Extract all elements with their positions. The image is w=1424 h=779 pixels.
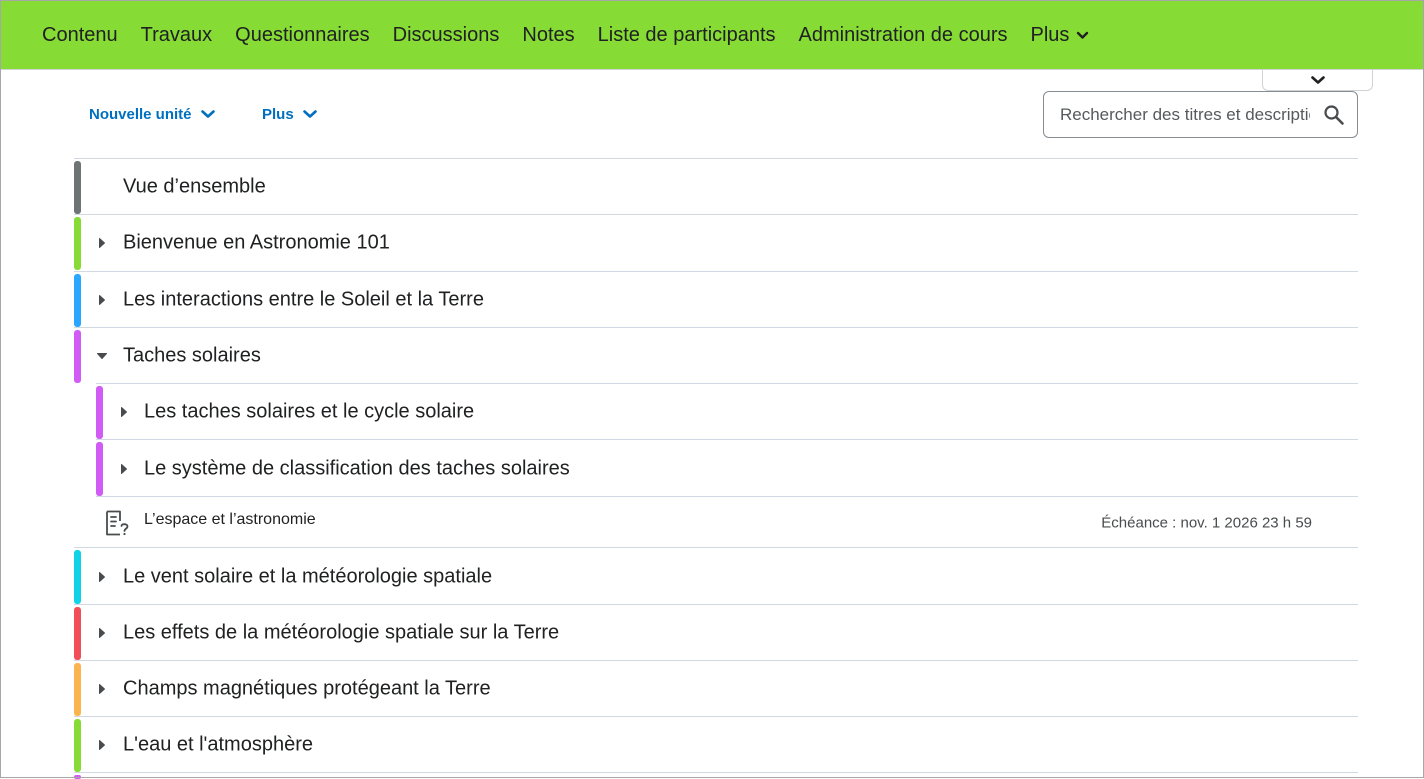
unit-row[interactable]: Bienvenue en Astronomie 101 [74,214,1358,271]
navbar-divider [1,69,1423,70]
more-actions-label: Plus [262,105,294,123]
subunit-color-bar [96,386,103,439]
caret-right-icon[interactable] [120,463,128,475]
unit-title[interactable]: Le vent solaire et la météorologie spati… [123,565,492,588]
overview-title[interactable]: Vue d’ensemble [123,176,266,199]
chevron-down-icon [1077,31,1089,39]
nav-item-travaux[interactable]: Travaux [141,24,213,47]
new-unit-button[interactable]: Nouvelle unité [89,104,216,124]
unit-color-bar [74,550,81,604]
activity-due-date: Échéance : nov. 1 2026 23 h 59 [1101,514,1312,531]
subunit-title[interactable]: Le système de classification des taches … [144,457,570,480]
nav-item-participants[interactable]: Liste de participants [598,24,776,47]
unit-color-bar [74,217,81,270]
collapse-navbar-button[interactable] [1262,70,1373,91]
subunit-title[interactable]: Les taches solaires et le cycle solaire [144,401,474,424]
caret-down-icon[interactable] [96,352,108,360]
unit-color-bar [74,663,81,716]
search-box [1043,91,1358,138]
new-unit-label: Nouvelle unité [89,105,192,123]
chevron-down-icon [200,110,215,118]
activity-title[interactable]: L’espace et l’astronomie [144,511,316,529]
nav-item-notes[interactable]: Notes [522,24,574,47]
more-actions-button[interactable]: Plus [262,104,318,124]
unit-row[interactable]: Les effets de la météorologie spatiale s… [74,604,1358,661]
caret-right-icon[interactable] [98,237,106,249]
search-icon[interactable] [1323,104,1345,126]
unit-row-expanded[interactable]: Taches solaires [74,327,1358,384]
unit-row[interactable]: Champs magnétiques protégeant la Terre [74,660,1358,717]
unit-color-bar [74,274,81,327]
subunit-row[interactable]: Le système de classification des taches … [96,439,1358,497]
unit-title[interactable]: Taches solaires [123,345,261,368]
subunit-color-bar [96,442,103,496]
quiz-icon [106,510,129,536]
caret-right-icon[interactable] [98,739,106,751]
chevron-down-icon [1310,76,1325,84]
chevron-down-icon [302,110,317,118]
unit-title[interactable]: Les effets de la météorologie spatiale s… [123,622,559,645]
unit-title[interactable]: Bienvenue en Astronomie 101 [123,232,390,255]
nav-more-label: Plus [1030,23,1070,46]
row-divider [74,772,1358,779]
caret-right-icon[interactable] [120,406,128,418]
unit-color-bar [74,607,81,660]
unit-row[interactable]: L'eau et l'atmosphère [74,716,1358,773]
unit-color-bar [74,161,81,214]
caret-right-icon[interactable] [98,683,106,695]
unit-title[interactable]: L'eau et l'atmosphère [123,734,313,757]
unit-row[interactable]: Le vent solaire et la météorologie spati… [74,547,1358,605]
caret-right-icon[interactable] [98,294,106,306]
nav-item-questionnaires[interactable]: Questionnaires [235,24,370,47]
unit-title[interactable]: Champs magnétiques protégeant la Terre [123,678,491,701]
nav-item-discussions[interactable]: Discussions [393,24,500,47]
caret-right-icon[interactable] [98,571,106,583]
nav-more-menu[interactable]: Plus [1031,24,1090,47]
nav-item-contenu[interactable]: Contenu [42,24,118,47]
course-navbar: Contenu Travaux Questionnaires Discussio… [1,1,1423,69]
unit-color-bar [74,330,81,383]
unit-color-bar [74,719,81,772]
unit-color-bar [74,775,81,779]
overview-row[interactable]: Vue d’ensemble [74,158,1358,215]
search-input[interactable] [1060,104,1310,125]
subunit-row[interactable]: Les taches solaires et le cycle solaire [96,383,1358,440]
activity-row[interactable]: L’espace et l’astronomie Échéance : nov.… [96,496,1358,548]
caret-right-icon[interactable] [98,627,106,639]
nav-item-administration[interactable]: Administration de cours [799,24,1008,47]
unit-row[interactable]: Les interactions entre le Soleil et la T… [74,271,1358,328]
unit-title[interactable]: Les interactions entre le Soleil et la T… [123,289,484,312]
